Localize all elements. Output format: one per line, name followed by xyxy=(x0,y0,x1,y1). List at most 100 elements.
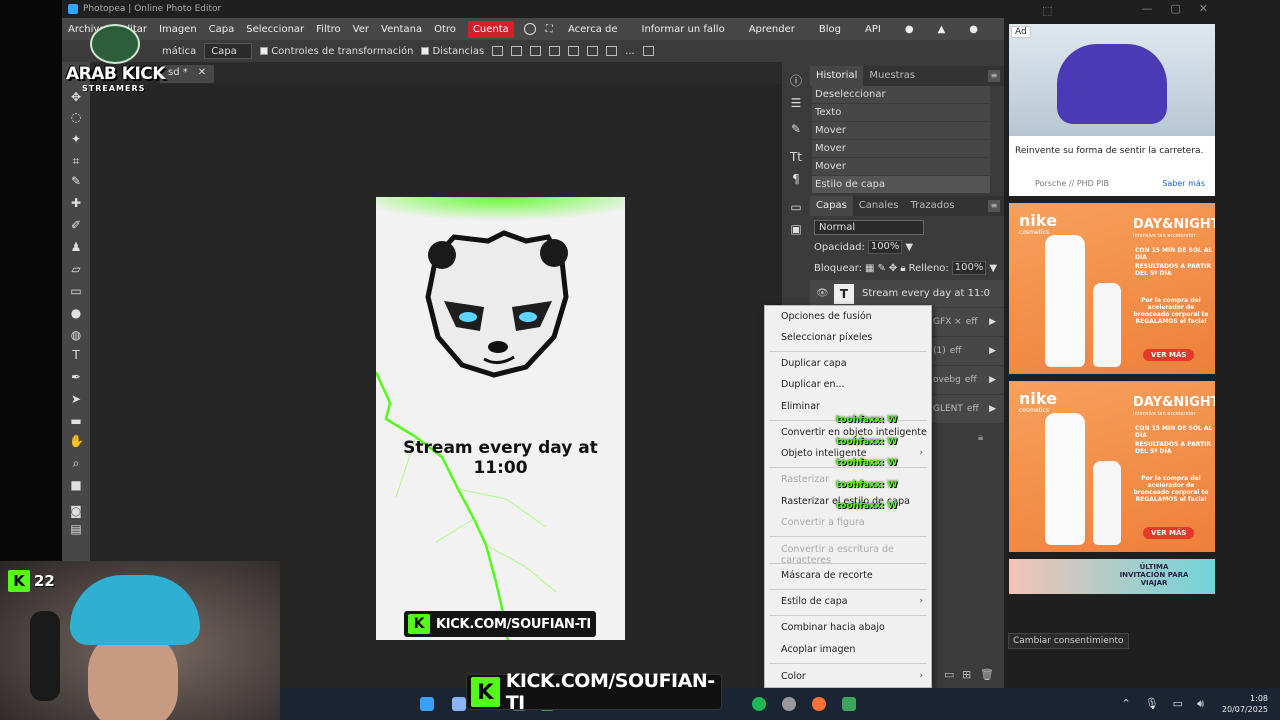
travel-ad[interactable]: ÚLTIMA INVITACIÓN PARA VIAJAR xyxy=(1009,559,1215,594)
change-consent-button[interactable]: Cambiar consentimiento xyxy=(1008,633,1129,649)
nike-ad[interactable]: nike cosmetics DAY&NIGHT Intensive tan a… xyxy=(1009,381,1215,552)
more-options-button[interactable]: ... xyxy=(625,46,635,57)
microphone-icon[interactable]: 🎙︎ xyxy=(1145,697,1159,711)
brush-settings-icon[interactable]: ✎ xyxy=(789,122,803,136)
facebook-icon[interactable]: ● xyxy=(969,24,978,35)
link-acerca-de[interactable]: Acerca de xyxy=(568,24,618,35)
ctx-duplicate-into[interactable]: Duplicar en... xyxy=(781,379,845,390)
layer-row-partial[interactable]: (1) eff ▶ xyxy=(932,337,1004,365)
distances-checkbox[interactable]: Distancias xyxy=(421,46,484,57)
text-tool-icon[interactable]: T xyxy=(69,348,83,362)
porsche-ad-cta[interactable]: Saber más xyxy=(1162,179,1205,188)
delete-layer-icon[interactable]: 🗑︎ xyxy=(980,668,994,681)
info-icon[interactable]: ⓘ xyxy=(789,74,803,88)
tab-canales[interactable]: Canales xyxy=(853,196,905,216)
color-swatches-icon[interactable]: ■ xyxy=(69,478,83,492)
dodge-tool-icon[interactable]: ◍ xyxy=(69,328,83,342)
align-middle-icon[interactable] xyxy=(587,46,599,56)
document-canvas[interactable]: Stream every day at 11:00 K KICK.COM/SOU… xyxy=(376,197,625,640)
blur-tool-icon[interactable]: ● xyxy=(69,306,83,320)
firefox-icon[interactable] xyxy=(812,697,826,711)
layer-row-partial[interactable]: GLENT eff ▶ xyxy=(932,395,1004,423)
align-right-icon[interactable] xyxy=(549,46,561,56)
ctx-flatten-image[interactable]: Acoplar imagen xyxy=(781,644,855,655)
fill-input[interactable]: 100% xyxy=(951,261,987,275)
twitter-icon[interactable]: ▲ xyxy=(938,24,946,35)
ctx-clipping-mask[interactable]: Máscara de recorte xyxy=(781,570,873,581)
lock-all-icon[interactable]: 🔒︎ xyxy=(900,263,905,274)
align-center-icon[interactable] xyxy=(530,46,542,56)
tab-historial[interactable]: Historial xyxy=(810,66,864,86)
history-item[interactable]: Mover xyxy=(812,122,990,139)
ctx-blending-options[interactable]: Opciones de fusión xyxy=(781,311,872,322)
maximize-icon[interactable]: ▢ xyxy=(1170,2,1180,15)
path-select-tool-icon[interactable]: ➤ xyxy=(69,392,83,406)
layer-row-partial[interactable]: GFX × eff ▶ xyxy=(932,308,1004,336)
start-icon[interactable] xyxy=(420,697,434,711)
grid-icon[interactable] xyxy=(642,46,654,56)
css-icon[interactable]: ▭ xyxy=(789,200,803,214)
healing-tool-icon[interactable]: ✚ xyxy=(69,196,83,210)
ctx-merge-down[interactable]: Combinar hacia abajo xyxy=(781,622,885,633)
link-informar-fallo[interactable]: Informar un fallo xyxy=(642,24,725,35)
nike-cta-button[interactable]: VER MÁS xyxy=(1143,527,1195,539)
history-item[interactable]: Mover xyxy=(812,158,990,175)
tab-capas[interactable]: Capas xyxy=(810,196,853,216)
ctx-delete[interactable]: Eliminar xyxy=(781,401,820,412)
history-item[interactable]: Mover xyxy=(812,140,990,157)
chevron-up-icon[interactable]: ⌃ xyxy=(1121,697,1130,711)
brush-tool-icon[interactable]: ✐ xyxy=(69,218,83,232)
eraser-tool-icon[interactable]: ▱ xyxy=(69,262,83,276)
eye-icon[interactable]: 👁︎ xyxy=(816,288,830,299)
search-icon[interactable] xyxy=(523,23,536,35)
history-item[interactable]: Texto xyxy=(812,104,990,121)
history-item-current[interactable]: Estilo de capa xyxy=(812,176,990,193)
link-blog[interactable]: Blog xyxy=(819,24,841,35)
align-top-icon[interactable] xyxy=(568,46,580,56)
porsche-ad[interactable]: Ad Reinvente su forma de sentir la carre… xyxy=(1009,24,1215,196)
hand-tool-icon[interactable]: ✋ xyxy=(69,434,84,448)
taskbar-app-icon[interactable] xyxy=(842,697,856,711)
new-group-icon[interactable]: ▭ xyxy=(944,668,954,681)
volume-icon[interactable]: 🔊︎ xyxy=(1197,697,1204,711)
target-select[interactable]: Capa xyxy=(204,43,253,59)
zoom-tool-icon[interactable]: ⌕ xyxy=(69,456,83,470)
pen-tool-icon[interactable]: ✒ xyxy=(69,370,83,384)
lock-transparency-icon[interactable]: ▦ xyxy=(865,263,874,274)
gradient-tool-icon[interactable]: ▭ xyxy=(69,284,83,298)
nike-ad[interactable]: nike cosmetics DAY&NIGHT Intensive tan a… xyxy=(1009,203,1215,374)
opacity-input[interactable]: 100% xyxy=(867,240,903,254)
ctx-duplicate-layer[interactable]: Duplicar capa xyxy=(781,358,847,369)
link-api[interactable]: API xyxy=(865,24,881,35)
nike-cta-button[interactable]: VER MÁS xyxy=(1143,349,1195,361)
layer-expand-icon[interactable]: ▶ xyxy=(989,404,996,414)
tab-muestras[interactable]: Muestras xyxy=(863,66,921,86)
menu-otro[interactable]: Otro xyxy=(434,24,456,35)
account-button[interactable]: Cuenta xyxy=(467,20,514,38)
ctx-color[interactable]: Color xyxy=(781,671,806,682)
blend-mode-select[interactable]: Normal xyxy=(814,220,924,235)
layer-row-text[interactable]: 👁︎ T Stream every day at 11:0 xyxy=(810,280,1004,308)
stamp-tool-icon[interactable]: ♟ xyxy=(69,240,83,254)
properties-icon[interactable]: ☰ xyxy=(789,96,803,110)
menu-filtro[interactable]: Filtro xyxy=(316,24,341,35)
ctx-select-pixels[interactable]: Seleccionar píxeles xyxy=(781,332,872,343)
magic-wand-tool-icon[interactable]: ✦ xyxy=(69,132,83,146)
layer-expand-icon[interactable]: ▶ xyxy=(989,317,996,327)
character-icon[interactable]: Tt xyxy=(789,150,803,164)
history-panel-menu[interactable]: ≡ xyxy=(988,70,1000,82)
tab-trazados[interactable]: Trazados xyxy=(905,196,961,216)
fill-dropdown-icon[interactable]: ▼ xyxy=(989,263,997,274)
layer-expand-icon[interactable]: ▶ xyxy=(989,375,996,385)
close-window-icon[interactable]: ✕ xyxy=(1199,2,1208,15)
lasso-tool-icon[interactable]: ◌ xyxy=(69,110,83,124)
fullscreen-icon[interactable]: ⛶ xyxy=(546,24,553,35)
taskbar-app-icon[interactable] xyxy=(782,697,796,711)
image-icon[interactable]: ▣ xyxy=(789,222,803,236)
align-bottom-icon[interactable] xyxy=(606,46,618,56)
crop-tool-icon[interactable]: ⌗ xyxy=(69,154,83,168)
transform-controls-checkbox[interactable]: Controles de transformación xyxy=(260,46,413,57)
layers-panel-menu[interactable]: ≡ xyxy=(988,200,1000,212)
lock-paint-icon[interactable]: ✎ xyxy=(877,263,885,274)
new-layer-icon[interactable]: ⊞ xyxy=(962,668,971,681)
